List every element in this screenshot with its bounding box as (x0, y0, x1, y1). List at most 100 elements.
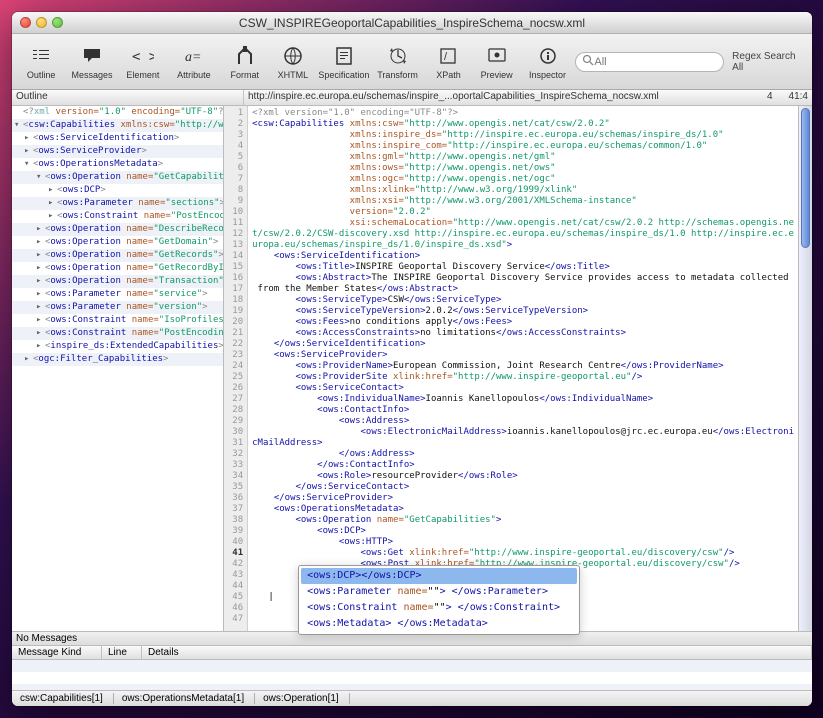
outline-item[interactable]: ▸<ows:ServiceProvider> (12, 145, 223, 158)
disclosure-triangle-icon[interactable]: ▸ (36, 223, 45, 236)
completion-item[interactable]: <ows:Metadata> </ows:Metadata> (301, 616, 577, 632)
line-number-gutter: 1234567891011121314151617181920212223242… (224, 106, 248, 631)
toolbar-transform-button[interactable]: Transform (372, 38, 424, 86)
attribute-icon: a= (183, 43, 205, 69)
messages-panel: No Messages Message KindLineDetails (12, 632, 812, 690)
outline-header: Outline (12, 90, 244, 105)
toolbar-inspector-button[interactable]: Inspector (522, 38, 574, 86)
disclosure-triangle-icon[interactable]: ▸ (24, 132, 33, 145)
xpath-icon: / (438, 43, 458, 69)
completion-item[interactable]: <ows:Parameter name=""> </ows:Parameter> (301, 584, 577, 600)
disclosure-triangle-icon[interactable]: ▾ (14, 119, 23, 132)
code-content[interactable]: <?xml version="1.0" encoding="UTF-8"?><c… (248, 106, 798, 631)
svg-text:< >: < > (132, 49, 154, 65)
toolbar-format-button[interactable]: Format (222, 38, 268, 86)
outline-item[interactable]: ▸<ows:Operation name="GetDomain"> (12, 236, 223, 249)
outline-item[interactable]: ▸<ows:Constraint name="PostEncod... (12, 210, 223, 223)
search-icon (582, 54, 594, 69)
inspector-icon (539, 43, 557, 69)
breadcrumb-item[interactable]: csw:Capabilities[1] (12, 693, 114, 704)
disclosure-triangle-icon[interactable]: ▸ (48, 210, 57, 223)
outline-item[interactable]: ▸<ows:Constraint name="IsoProfiles"> (12, 314, 223, 327)
toolbar-preview-button[interactable]: Preview (474, 38, 520, 86)
column-header[interactable]: Message Kind (12, 646, 102, 659)
outline-item[interactable]: ▸<ogc:Filter_Capabilities> (12, 353, 223, 366)
outline-icon (32, 43, 50, 69)
toolbar: OutlineMessages< >Elementa=AttributeForm… (12, 34, 812, 90)
path-bar: Outline http://inspire.ec.europa.eu/sche… (12, 90, 812, 106)
zoom-button[interactable] (52, 17, 63, 28)
disclosure-triangle-icon[interactable]: ▸ (48, 184, 57, 197)
column-header[interactable]: Details (142, 646, 812, 659)
disclosure-triangle-icon[interactable]: ▸ (36, 301, 45, 314)
app-window: CSW_INSPIREGeoportalCapabilities_Inspire… (12, 12, 812, 706)
window-title: CSW_INSPIREGeoportalCapabilities_Inspire… (12, 16, 812, 30)
outline-item[interactable]: ▸<inspire_ds:ExtendedCapabilities> (12, 340, 223, 353)
vertical-scrollbar[interactable] (798, 106, 812, 631)
toolbar-attribute-button[interactable]: a=Attribute (168, 38, 220, 86)
file-path: http://inspire.ec.europa.eu/schemas/insp… (244, 90, 812, 105)
transform-icon (388, 43, 408, 69)
preview-icon (487, 43, 507, 69)
completion-popup[interactable]: <ows:DCP></ows:DCP><ows:Parameter name="… (298, 565, 580, 635)
completion-item[interactable]: <ows:Constraint name=""> </ows:Constrain… (301, 600, 577, 616)
breadcrumb-item[interactable]: ows:Operation[1] (255, 693, 350, 704)
outline-tree[interactable]: <?xml version="1.0" encoding="UTF-8"?>▾<… (12, 106, 224, 631)
outline-item[interactable]: ▾<ows:OperationsMetadata> (12, 158, 223, 171)
disclosure-triangle-icon[interactable]: ▸ (48, 197, 57, 210)
title-bar: CSW_INSPIREGeoportalCapabilities_Inspire… (12, 12, 812, 34)
column-indicator: 4 (767, 91, 773, 102)
outline-item[interactable]: ▾<ows:Operation name="GetCapabilities"> (12, 171, 223, 184)
toolbar-specification-button[interactable]: Specification (318, 38, 370, 86)
svg-text:a=: a= (185, 50, 201, 65)
outline-item[interactable]: ▾<csw:Capabilities xmlns:csw="http://www… (12, 119, 223, 132)
disclosure-triangle-icon[interactable]: ▸ (36, 249, 45, 262)
outline-item[interactable]: ▸<ows:Constraint name="PostEncoding"> (12, 327, 223, 340)
disclosure-triangle-icon[interactable]: ▸ (24, 145, 33, 158)
element-icon: < > (132, 43, 154, 69)
minimize-button[interactable] (36, 17, 47, 28)
disclosure-triangle-icon[interactable]: ▸ (36, 340, 45, 353)
disclosure-triangle-icon[interactable]: ▸ (36, 288, 45, 301)
toolbar-xhtml-button[interactable]: XHTML (270, 38, 316, 86)
outline-item[interactable]: ▸<ows:Parameter name="version"> (12, 301, 223, 314)
disclosure-triangle-icon[interactable]: ▸ (24, 353, 33, 366)
toolbar-outline-button[interactable]: Outline (18, 38, 64, 86)
close-button[interactable] (20, 17, 31, 28)
disclosure-triangle-icon[interactable]: ▸ (36, 275, 45, 288)
search-field[interactable] (575, 52, 724, 72)
format-icon (236, 43, 254, 69)
xhtml-icon (283, 43, 303, 69)
disclosure-triangle-icon[interactable]: ▾ (24, 158, 33, 171)
cursor-position: 41:4 (789, 91, 808, 102)
completion-item[interactable]: <ows:DCP></ows:DCP> (301, 568, 577, 584)
search-input[interactable] (594, 56, 717, 68)
outline-item[interactable]: <?xml version="1.0" encoding="UTF-8"?> (12, 106, 223, 119)
outline-item[interactable]: ▸<ows:Parameter name="sections"> (12, 197, 223, 210)
toolbar-messages-button[interactable]: Messages (66, 38, 118, 86)
messages-columns: Message KindLineDetails (12, 646, 812, 660)
outline-item[interactable]: ▸<ows:Parameter name="service"> (12, 288, 223, 301)
breadcrumb-item[interactable]: ows:OperationsMetadata[1] (114, 693, 255, 704)
code-editor[interactable]: 1234567891011121314151617181920212223242… (224, 106, 812, 631)
outline-item[interactable]: ▸<ows:Operation name="Transaction"> (12, 275, 223, 288)
disclosure-triangle-icon[interactable]: ▾ (36, 171, 45, 184)
disclosure-triangle-icon[interactable]: ▸ (36, 236, 45, 249)
disclosure-triangle-icon[interactable]: ▸ (36, 327, 45, 340)
outline-item[interactable]: ▸<ows:Operation name="GetRecordById"> (12, 262, 223, 275)
breadcrumb-bar[interactable]: csw:Capabilities[1]ows:OperationsMetadat… (12, 690, 812, 706)
outline-item[interactable]: ▸<ows:Operation name="GetRecords"> (12, 249, 223, 262)
spec-icon (335, 43, 353, 69)
outline-item[interactable]: ▸<ows:ServiceIdentification> (12, 132, 223, 145)
disclosure-triangle-icon[interactable]: ▸ (36, 314, 45, 327)
outline-item[interactable]: ▸<ows:DCP> (12, 184, 223, 197)
svg-text:/: / (444, 51, 448, 63)
outline-item[interactable]: ▸<ows:Operation name="DescribeRecord"> (12, 223, 223, 236)
search-mode-label[interactable]: Regex Search All (732, 51, 806, 73)
toolbar-xpath-button[interactable]: /XPath (425, 38, 471, 86)
disclosure-triangle-icon[interactable]: ▸ (36, 262, 45, 275)
column-header[interactable]: Line (102, 646, 142, 659)
messages-icon (82, 43, 102, 69)
scrollbar-thumb[interactable] (801, 108, 810, 248)
toolbar-element-button[interactable]: < >Element (120, 38, 166, 86)
